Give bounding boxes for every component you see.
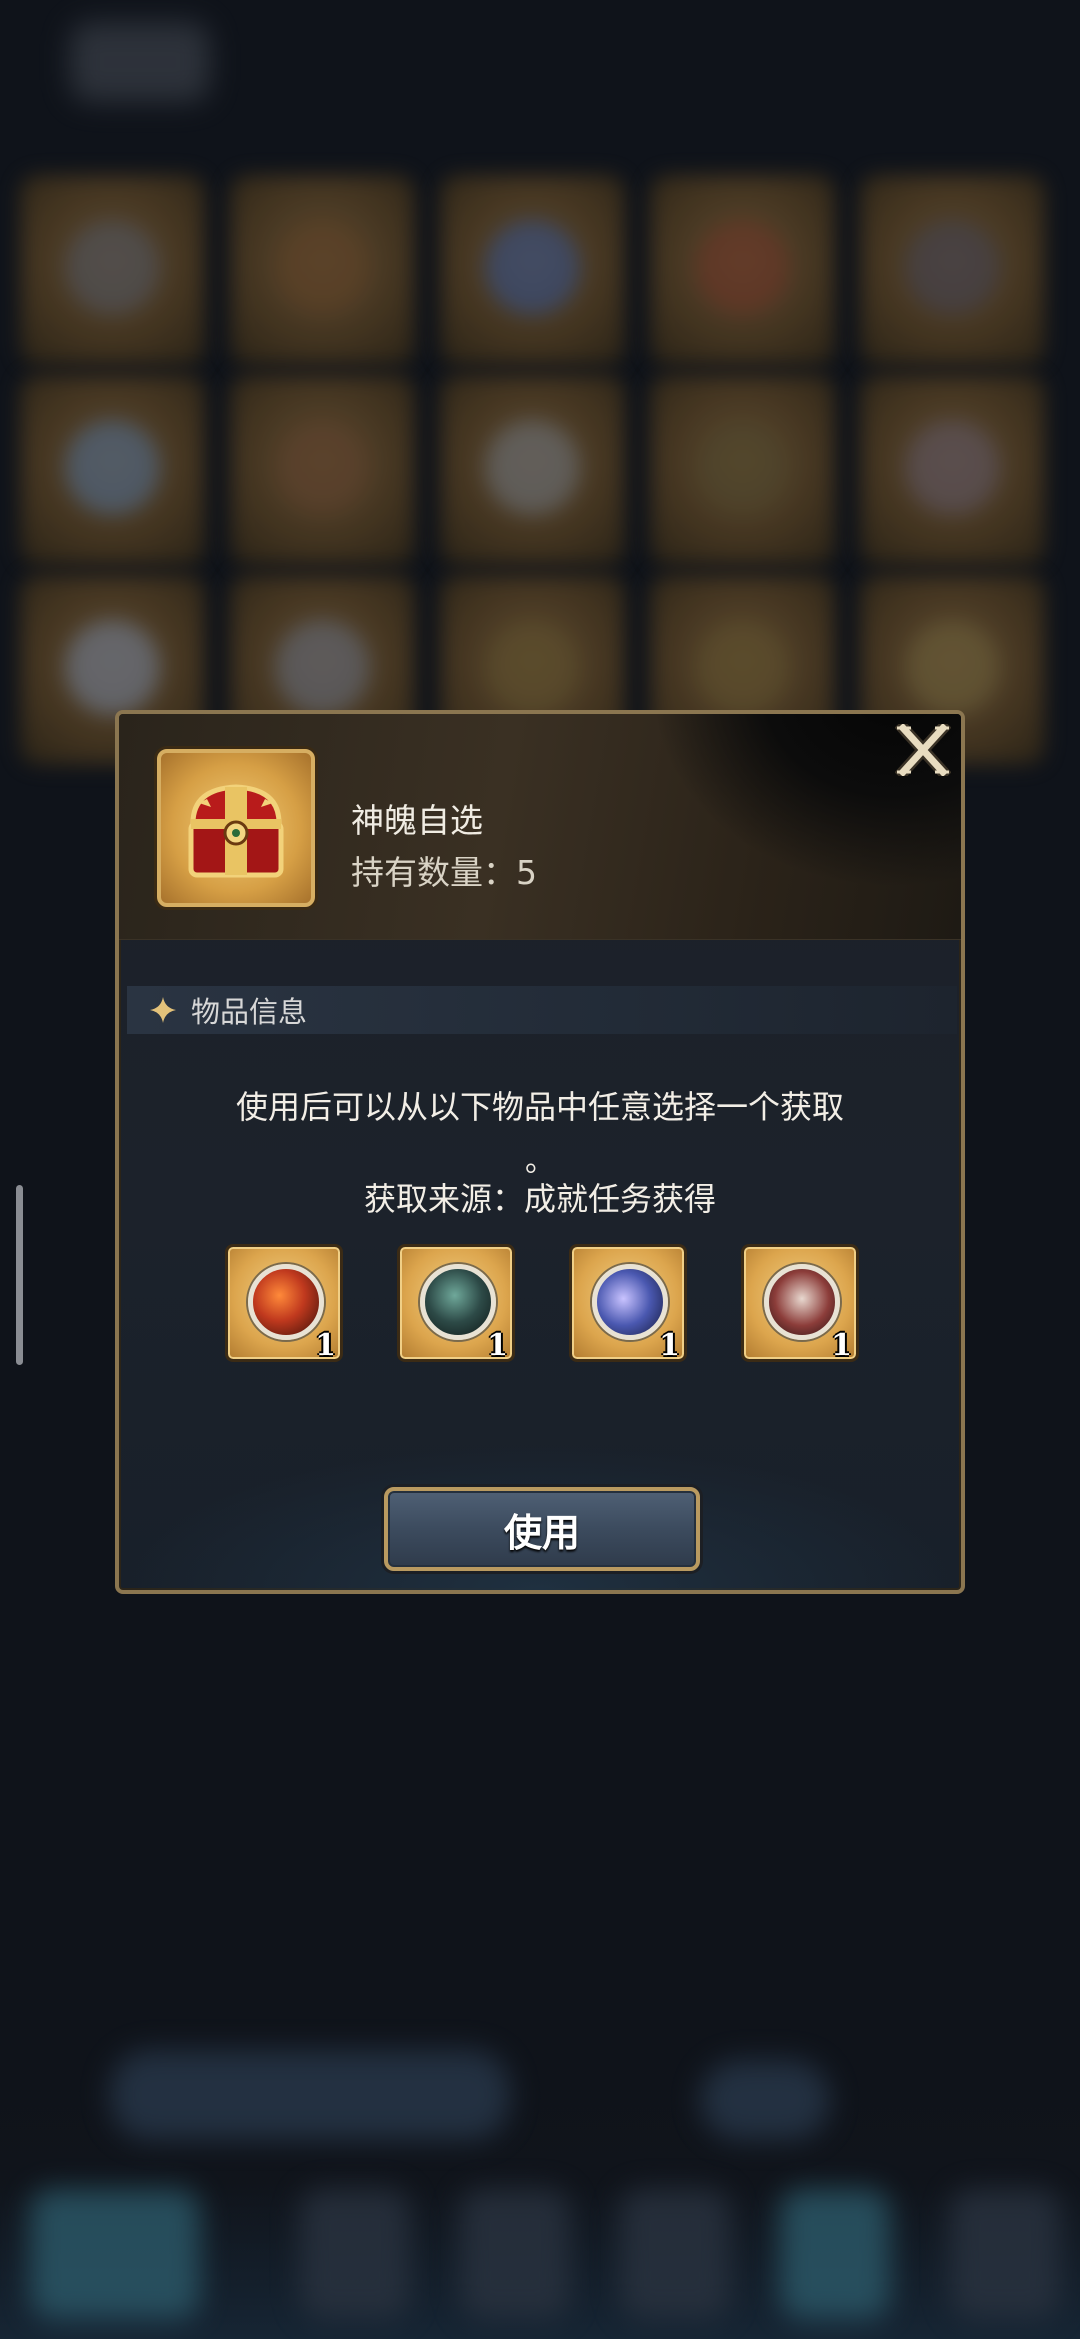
- item-description: 使用后可以从以下物品中任意选择一个获取: [235, 1088, 844, 1126]
- dark-orb-icon: [420, 1264, 496, 1340]
- background-slot: [440, 375, 625, 565]
- close-icon: [895, 724, 951, 776]
- section-header: 物品信息: [127, 986, 957, 1034]
- item-name: 神魄自选: [351, 801, 483, 840]
- background-slot: [230, 375, 415, 565]
- dialog-header: 神魄自选 持有数量：5: [119, 714, 961, 940]
- background-slot: [230, 175, 415, 365]
- background-slot: [20, 175, 205, 365]
- background-button: [700, 2060, 830, 2140]
- background-nav-item: [460, 2189, 570, 2319]
- use-button[interactable]: 使用: [384, 1487, 700, 1571]
- background-slot: [860, 175, 1045, 365]
- item-count-value: 5: [516, 853, 537, 892]
- reward-option[interactable]: 1: [225, 1244, 343, 1363]
- background-button: [110, 2050, 510, 2140]
- background-header-blob: [70, 22, 210, 102]
- item-count-label: 持有数量：: [351, 853, 516, 892]
- reward-option[interactable]: 1: [397, 1244, 515, 1363]
- background-slot: [650, 375, 835, 565]
- background-slot: [860, 375, 1045, 565]
- crimson-orb-icon: [764, 1264, 840, 1340]
- use-button-label: 使用: [503, 1509, 580, 1555]
- reward-option[interactable]: 1: [569, 1244, 687, 1363]
- item-detail-dialog: 神魄自选 持有数量：5 物品信息 使用后可以从以下物品中任意选择一个获取 。 获…: [115, 710, 965, 1594]
- background-nav-item: [950, 2189, 1060, 2319]
- background-nav-item: [780, 2189, 890, 2319]
- reward-option[interactable]: 1: [741, 1244, 859, 1363]
- section-title: 物品信息: [191, 995, 308, 1029]
- blue-orb-icon: [592, 1264, 668, 1340]
- background-slot: [20, 375, 205, 565]
- background-nav-item: [30, 2189, 200, 2319]
- item-count-row: 持有数量：5: [351, 846, 537, 894]
- treasure-chest-icon: [188, 784, 284, 878]
- close-button[interactable]: [893, 722, 953, 778]
- sparkle-icon: [150, 997, 176, 1023]
- background-slot: [440, 175, 625, 365]
- item-icon-frame: [157, 749, 315, 907]
- fire-orb-icon: [248, 1264, 324, 1340]
- background-nav-item: [300, 2189, 410, 2319]
- background-nav-item: [620, 2189, 730, 2319]
- background-slot: [650, 175, 835, 365]
- item-source: 获取来源：成就任务获得: [363, 1180, 716, 1218]
- side-drag-handle[interactable]: [16, 1185, 23, 1365]
